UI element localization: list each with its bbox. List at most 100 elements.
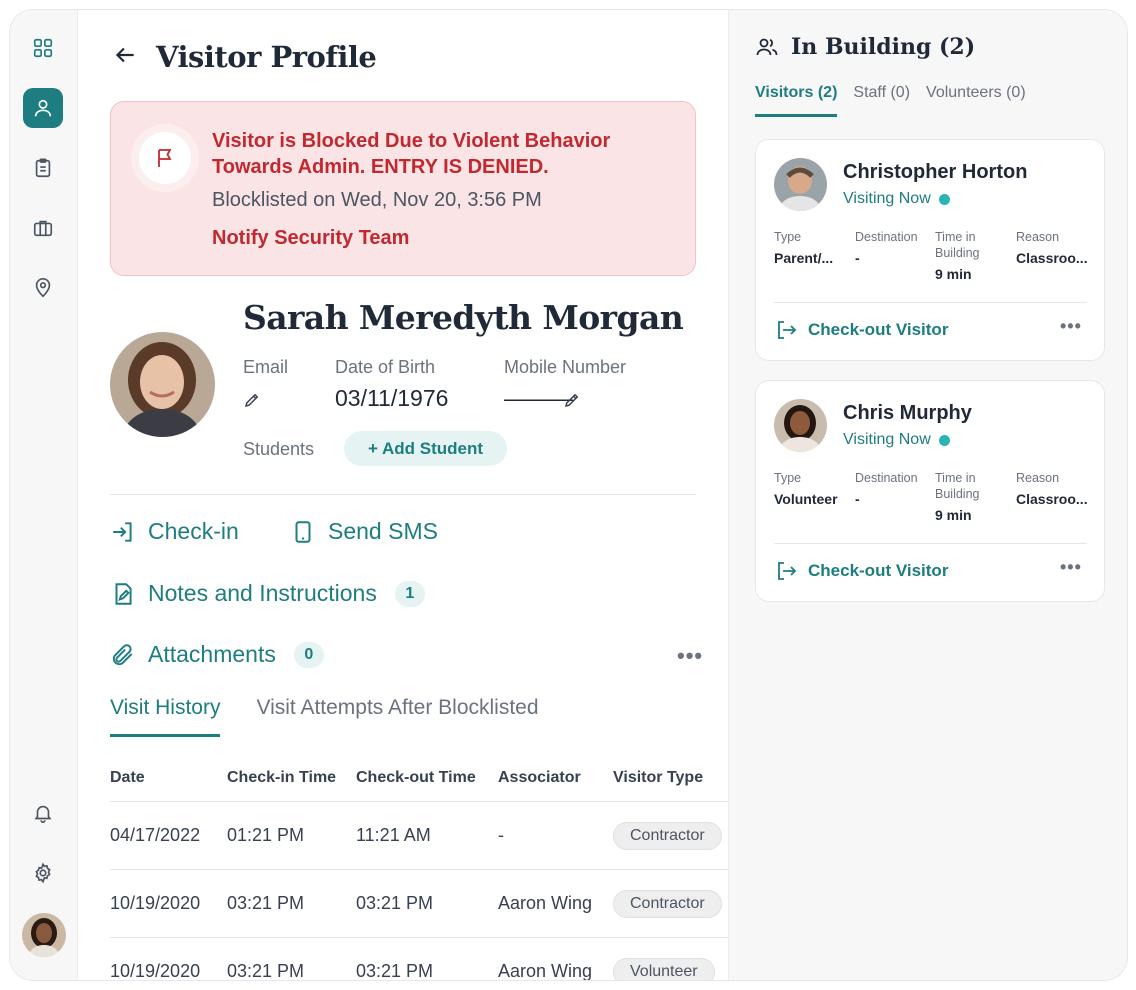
page-header: Visitor Profile (112, 40, 377, 74)
card-divider (774, 302, 1087, 303)
notes-count-badge: 1 (394, 580, 425, 607)
col-checkout[interactable]: Check-out Time (356, 769, 498, 787)
dashboard-icon[interactable] (23, 28, 63, 68)
email-label: Email (243, 357, 289, 377)
tab-staff[interactable]: Staff (0) (853, 84, 910, 117)
attachments-button[interactable]: Attachments 0 (110, 641, 324, 668)
blocklisted-date: Blocklisted on Wed, Nov 20, 3:56 PM (212, 189, 542, 211)
time-label: Time in Building (935, 471, 980, 501)
send-sms-label: Send SMS (328, 518, 438, 544)
clipboard-icon[interactable] (23, 148, 63, 188)
logout-icon (778, 562, 797, 580)
col-visitor-type[interactable]: Visitor Type (613, 769, 728, 787)
card-more-icon[interactable]: ••• (1060, 557, 1082, 578)
attachments-label: Attachments (148, 641, 276, 667)
visitor-type-badge: Volunteer (613, 957, 715, 980)
user-icon[interactable] (23, 88, 63, 128)
cell-checkin: 03:21 PM (227, 893, 305, 913)
visitor-photo (110, 332, 215, 437)
col-checkin[interactable]: Check-in Time (227, 769, 356, 787)
visitor-name: Sarah Meredyth Morgan (243, 298, 684, 337)
checkout-label: Check-out Visitor (808, 561, 949, 580)
add-student-button[interactable]: + Add Student (344, 431, 507, 466)
phone-icon (295, 520, 311, 543)
destination-label: Destination (855, 230, 918, 244)
document-edit-icon (115, 582, 132, 605)
in-building-tabs: Visitors (2) Staff (0) Volunteers (0) (755, 84, 1026, 117)
bell-icon[interactable] (23, 793, 63, 833)
cell-date: 10/19/2020 (110, 961, 201, 980)
visitor-card-name: Christopher Horton (843, 161, 1028, 183)
mobile-label: Mobile Number (504, 357, 627, 377)
destination-value: - (855, 491, 860, 507)
users-icon (756, 38, 778, 56)
back-arrow-icon[interactable] (112, 42, 138, 73)
visitor-card-name: Chris Murphy (843, 402, 972, 424)
in-building-panel: In Building (2) Visitors (2) Staff (0) V… (728, 10, 1127, 980)
tab-volunteers[interactable]: Volunteers (0) (926, 84, 1026, 117)
students-label: Students (243, 439, 315, 459)
paperclip-icon (112, 643, 133, 665)
checkout-label: Check-out Visitor (808, 320, 949, 339)
tab-visit-history[interactable]: Visit History (110, 696, 221, 737)
col-associator[interactable]: Associator (498, 769, 613, 787)
cell-checkout: 03:21 PM (356, 961, 434, 980)
cell-date: 04/17/2022 (110, 825, 201, 845)
edit-mobile-pencil-icon[interactable] (563, 391, 581, 409)
visitor-card[interactable]: Christopher Horton Visiting Now Type Par… (755, 139, 1105, 361)
cell-checkin: 03:21 PM (227, 961, 305, 980)
cell-associator: - (498, 825, 504, 845)
notes-label: Notes and Instructions (148, 580, 377, 606)
tab-visit-attempts[interactable]: Visit Attempts After Blocklisted (256, 696, 538, 737)
cell-checkout: 03:21 PM (356, 893, 434, 913)
checkin-button[interactable]: Check-in (110, 518, 239, 545)
notify-security-link[interactable]: Notify Security Team (212, 227, 409, 250)
visitor-type-badge: Contractor (613, 821, 722, 850)
time-value: 9 min (935, 507, 972, 523)
app-window: Visitor Profile Visitor is Blocked Due t… (9, 9, 1128, 981)
cell-associator: Aaron Wing (498, 893, 593, 913)
visitor-type-badge: Contractor (613, 889, 722, 918)
table-row[interactable]: 04/17/2022 01:21 PM 11:21 AM - Contracto… (110, 802, 728, 870)
logout-icon (778, 321, 797, 339)
reason-label: Reason (1016, 471, 1060, 485)
tab-visitors[interactable]: Visitors (2) (755, 84, 838, 117)
attachments-count-badge: 0 (293, 641, 324, 668)
edit-email-pencil-icon[interactable] (243, 391, 261, 409)
status-label: Visiting Now (843, 431, 931, 448)
user-avatar[interactable] (22, 913, 66, 957)
checkout-visitor-button[interactable]: Check-out Visitor (774, 559, 948, 583)
type-label: Type (774, 230, 802, 244)
visitor-avatar (774, 399, 827, 452)
briefcase-icon[interactable] (23, 208, 63, 248)
card-divider (774, 543, 1087, 544)
time-value: 9 min (935, 266, 972, 282)
reason-value: Classroo... (1016, 491, 1088, 507)
divider (110, 494, 696, 495)
visiting-status: Visiting Now (843, 431, 950, 449)
flag-icon (139, 132, 191, 184)
table-row[interactable]: 10/19/2020 03:21 PM 03:21 PM Aaron Wing … (110, 870, 728, 938)
notes-button[interactable]: Notes and Instructions 1 (110, 580, 425, 607)
in-building-header: In Building (2) (755, 34, 975, 60)
gear-icon[interactable] (23, 853, 63, 893)
status-dot (938, 434, 950, 446)
visitor-avatar (774, 158, 827, 211)
visitor-card[interactable]: Chris Murphy Visiting Now Type Volunteer… (755, 380, 1105, 602)
sidebar (10, 10, 78, 980)
table-row[interactable]: 10/19/2020 03:21 PM 03:21 PM Aaron Wing … (110, 938, 728, 980)
destination-label: Destination (855, 471, 918, 485)
dob-value: 03/11/1976 (335, 385, 449, 411)
status-dot (938, 193, 950, 205)
blocked-alert: Visitor is Blocked Due to Violent Behavi… (110, 101, 696, 276)
col-date[interactable]: Date (110, 769, 227, 787)
card-more-icon[interactable]: ••• (1060, 316, 1082, 337)
type-value: Parent/... (774, 250, 834, 266)
location-icon[interactable] (23, 268, 63, 308)
checkout-visitor-button[interactable]: Check-out Visitor (774, 318, 948, 342)
reason-label: Reason (1016, 230, 1060, 244)
more-options-icon[interactable]: ••• (677, 643, 703, 669)
visit-history-table: Date Check-in Time Check-out Time Associ… (110, 754, 728, 980)
page-title: Visitor Profile (156, 40, 377, 74)
send-sms-button[interactable]: Send SMS (290, 518, 438, 545)
